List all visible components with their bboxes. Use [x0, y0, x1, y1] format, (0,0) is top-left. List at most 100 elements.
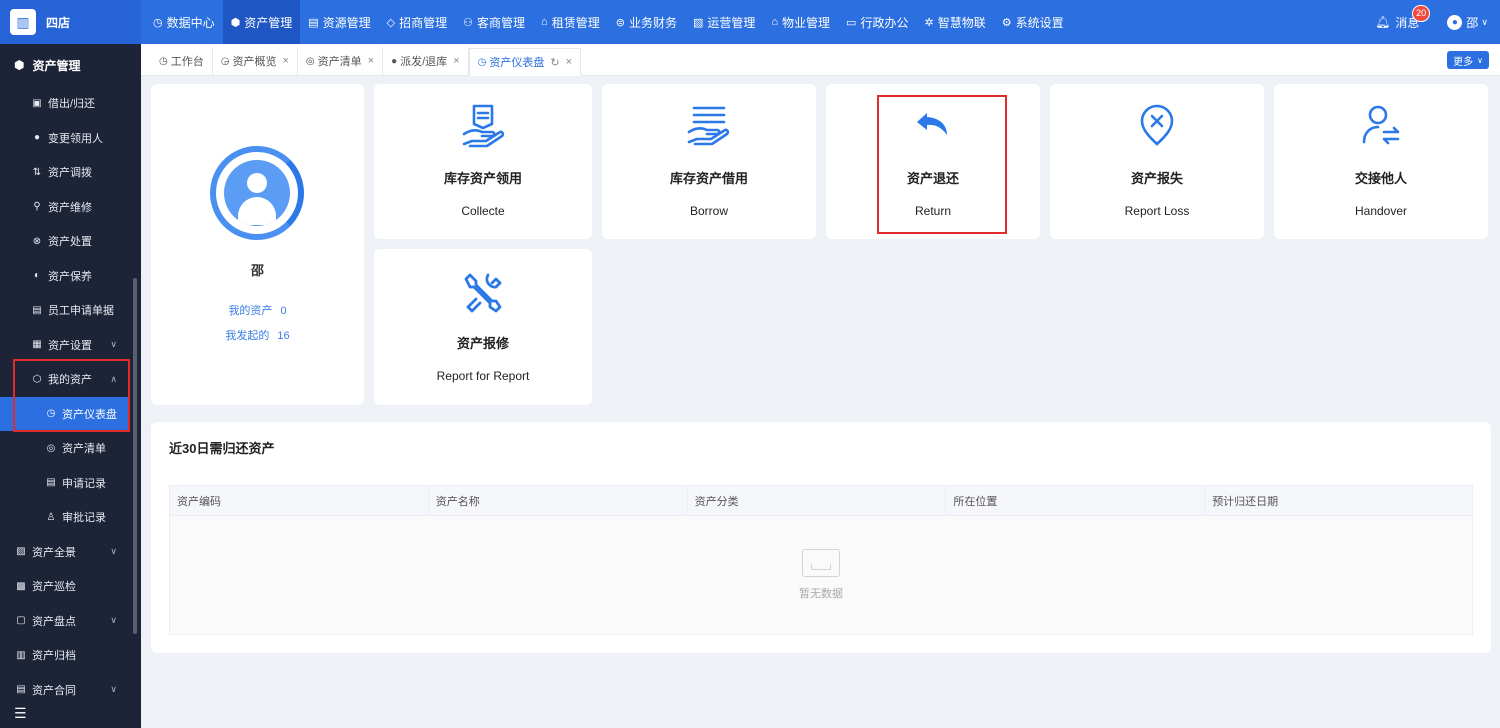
tab-icon: ● — [391, 55, 398, 67]
topnav-item-1[interactable]: ⬢ 资产管理 — [222, 0, 301, 44]
sidebar-item-8[interactable]: ⬡ 我的资产 ∧ — [0, 362, 141, 397]
my-assets-icon: ⬡ — [32, 373, 42, 385]
sidebar-item-1[interactable]: ● 变更领用人 — [0, 121, 141, 156]
record-icon: ▤ — [46, 477, 56, 489]
sidebar-item-10[interactable]: ◎ 资产清单 — [0, 431, 141, 466]
form-icon: ▤ — [32, 304, 42, 316]
sidebar-scrollbar[interactable] — [133, 278, 137, 634]
empty-state: 暂无数据 — [170, 516, 1472, 634]
user-icon: ● — [33, 132, 41, 144]
topnav-item-10[interactable]: ✲ 智慧物联 — [916, 0, 993, 44]
action-card-borrow[interactable]: 库存资产借用 Borrow — [602, 84, 816, 239]
inventory-icon: ▢ — [16, 615, 26, 627]
close-icon[interactable]: × — [453, 55, 459, 67]
sidebar-item-11[interactable]: ▤ 申请记录 — [0, 466, 141, 501]
return-arrow-icon — [826, 102, 1040, 148]
sidebar-item-9[interactable]: ◷ 资产仪表盘 — [0, 396, 129, 431]
my-assets-stat[interactable]: 我的资产 0 — [151, 302, 364, 318]
sidebar-item-12[interactable]: ♙ 审批记录 — [0, 500, 141, 535]
profile-name: 邵 — [250, 263, 264, 278]
user-avatar-icon: ● — [1447, 14, 1463, 30]
refresh-icon[interactable]: ↻ — [550, 56, 559, 69]
action-card-repair[interactable]: 资产报修 Report for Report — [374, 249, 592, 405]
sidebar-title: ⬢ 资产管理 — [14, 58, 81, 73]
tab-0[interactable]: ◷ 工作台 — [151, 47, 213, 75]
chevron-icon: ∨ — [110, 615, 117, 626]
approve-icon: ♙ — [46, 511, 56, 523]
collect-icon — [374, 102, 592, 148]
return-due-table: 资产编码 资产名称 资产分类 所在位置 预计归还日期 暂无数据 — [169, 485, 1473, 635]
dashboard-icon: ◷ — [46, 408, 56, 420]
building-icon: ▥ — [10, 9, 36, 35]
messages-badge: 20 — [1412, 4, 1431, 22]
coin-icon: ⊜ — [615, 16, 625, 29]
topnav-item-3[interactable]: ◇ 招商管理 — [379, 0, 455, 44]
sidebar-item-13[interactable]: ▨ 资产全景 ∨ — [0, 535, 141, 570]
sidebar-item-6[interactable]: ▤ 员工申请单据 — [0, 293, 141, 328]
sidebar-item-7[interactable]: ▦ 资产设置 ∨ — [0, 328, 141, 363]
sidebar-item-0[interactable]: ▣ 借出/归还 — [0, 86, 141, 121]
initiated-stat[interactable]: 我发起的 16 — [151, 327, 364, 343]
topnav-item-7[interactable]: ▧ 运营管理 — [685, 0, 763, 44]
topnav-item-4[interactable]: ⚇ 客商管理 — [455, 0, 533, 44]
document-icon: ▤ — [308, 16, 319, 29]
close-icon[interactable]: × — [566, 56, 572, 68]
tab-icon: ◷ — [159, 55, 168, 67]
top-nav-menu: ◷ 数据中心 ⬢ 资产管理 ▤ 资源管理 ◇ 招商管理 ⚇ 客商管理 ⌂ 租赁管理 ⊜ 业务财务 ▧ 运营管理… — [145, 0, 1072, 44]
column-header: 资产分类 — [688, 486, 947, 516]
tab-icon: ◎ — [305, 55, 315, 67]
more-tabs-button[interactable]: 更多 ∨ — [1447, 51, 1489, 69]
action-card-handover[interactable]: 交接他人 Handover — [1274, 84, 1488, 239]
chevron-icon: ∨ — [110, 546, 117, 557]
column-header: 预计归还日期 — [1212, 496, 1279, 508]
tab-2[interactable]: ◎ 资产清单 × — [298, 47, 384, 75]
sidebar-item-2[interactable]: ⇅ 资产调拨 — [0, 155, 141, 190]
sidebar-item-4[interactable]: ⊗ 资产处置 — [0, 224, 141, 259]
action-card-collect[interactable]: 库存资产领用 Collecte — [374, 84, 592, 239]
sidebar-item-14[interactable]: ▩ 资产巡检 — [0, 569, 141, 604]
column-header: 资产名称 — [429, 486, 688, 516]
user-name: 邵 — [1466, 15, 1479, 30]
action-card-report-loss[interactable]: 资产报失 Report Loss — [1050, 84, 1264, 239]
close-icon[interactable]: × — [368, 55, 374, 67]
collapse-menu-icon[interactable]: ☰ — [0, 698, 141, 728]
close-icon[interactable]: × — [282, 55, 288, 67]
topnav-item-8[interactable]: ⌂ 物业管理 — [763, 0, 838, 44]
messages-button[interactable]: 🔔︎ 消息 20 — [1375, 4, 1431, 31]
topnav-item-2[interactable]: ▤ 资源管理 — [300, 0, 378, 44]
topnav-item-6[interactable]: ⊜ 业务财务 — [608, 0, 685, 44]
dispose-icon: ⊗ — [32, 235, 42, 247]
user-menu[interactable]: ● 邵 ∨ — [1447, 14, 1488, 31]
tab-icon: ◷ — [477, 56, 487, 68]
column-header: 所在位置 — [946, 486, 1206, 516]
chevron-down-icon: ∨ — [1477, 55, 1483, 65]
sidebar-item-3[interactable]: ⚲ 资产维修 — [0, 190, 141, 225]
column-header: 资产编码 — [170, 486, 429, 516]
tab-3[interactable]: ● 派发/退库 × — [383, 47, 469, 75]
topnav-item-5[interactable]: ⌂ 租赁管理 — [533, 0, 608, 44]
tab-4[interactable]: ◷ 资产仪表盘 ↻ × — [468, 48, 582, 76]
top-navbar: ▥ 四店 ◷ 数据中心 ⬢ 资产管理 ▤ 资源管理 ◇ 招商管理 ⚇ 客商管理 ⌂ 租赁管理 ⊜ 业务财务… — [0, 0, 1500, 44]
empty-inbox-icon — [802, 549, 840, 577]
bell-icon: 🔔︎ — [1375, 15, 1391, 29]
borrow-icon: ▣ — [32, 97, 42, 109]
return-due-panel: 近30日需归还资产 资产编码 资产名称 资产分类 所在位置 预计归还日期 暂无数据 — [151, 422, 1491, 653]
avatar — [210, 146, 304, 240]
logo[interactable]: ▥ 四店 — [0, 0, 141, 44]
iot-icon: ✲ — [924, 16, 934, 29]
borrow-hand-icon — [602, 102, 816, 148]
inspect-icon: ▩ — [16, 580, 26, 592]
topnav-item-9[interactable]: ▭ 行政办公 — [838, 0, 916, 44]
sidebar-item-15[interactable]: ▢ 资产盘点 ∨ — [0, 604, 141, 639]
sidebar-item-16[interactable]: ▥ 资产归档 — [0, 638, 141, 673]
action-card-return[interactable]: 资产退还 Return — [826, 84, 1040, 239]
topnav-item-0[interactable]: ◷ 数据中心 — [145, 0, 223, 44]
tab-1[interactable]: ◶ 资产概览 × — [213, 47, 298, 75]
contract-icon: ▤ — [16, 684, 26, 696]
archive-icon: ▥ — [16, 649, 26, 661]
topnav-item-11[interactable]: ⚙ 系统设置 — [994, 0, 1072, 44]
chevron-down-icon: ∨ — [1481, 16, 1488, 27]
sidebar-item-5[interactable]: ◐ 资产保养 — [0, 259, 141, 294]
chevron-icon: ∨ — [110, 339, 117, 350]
chevron-icon: ∧ — [110, 373, 117, 384]
